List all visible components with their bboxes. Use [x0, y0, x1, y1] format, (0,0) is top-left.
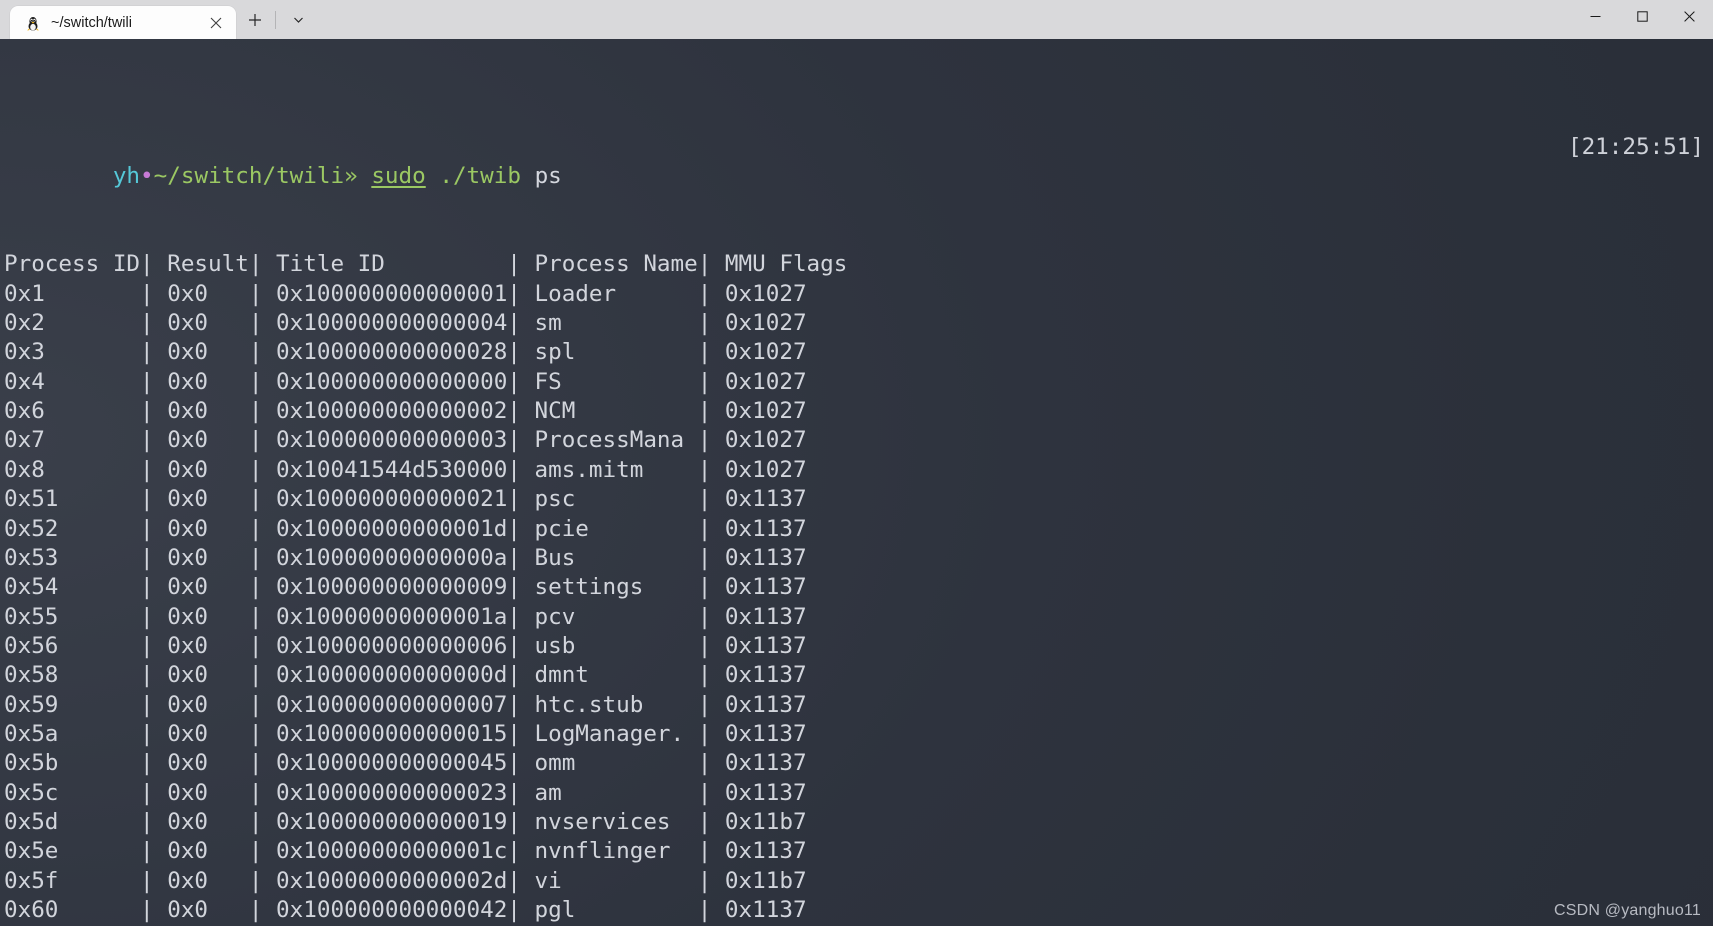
process-table-row: 0x5b | 0x0 | 0x100000000000045| omm | 0x… — [4, 750, 807, 777]
terminal-viewport[interactable]: yh•~/switch/twili» sudo ./twib ps [21:25… — [0, 39, 1713, 926]
close-button[interactable] — [1666, 0, 1713, 33]
process-table-row: 0x1 | 0x0 | 0x100000000000001| Loader | … — [4, 280, 807, 307]
prompt-path: ~/switch/twili — [153, 163, 345, 190]
process-table-row: 0x4 | 0x0 | 0x100000000000000| FS | 0x10… — [4, 368, 807, 395]
process-table-row: 0x5c | 0x0 | 0x100000000000023| am | 0x1… — [4, 779, 807, 806]
process-table-header: Process ID| Result| Title ID | Process N… — [4, 251, 848, 278]
process-table-row: 0x5a | 0x0 | 0x100000000000015| LogManag… — [4, 720, 807, 747]
process-table-row: 0x52 | 0x0 | 0x10000000000001d| pcie | 0… — [4, 515, 807, 542]
process-table-row: 0x5d | 0x0 | 0x100000000000019| nvservic… — [4, 808, 807, 835]
window-caption-buttons — [1572, 0, 1713, 39]
prompt-arrow: » — [344, 163, 358, 190]
shell-prompt-line: yh•~/switch/twili» sudo ./twib ps [21:25… — [4, 133, 1713, 189]
minimize-button[interactable] — [1572, 0, 1619, 33]
process-table-row: 0x6 | 0x0 | 0x100000000000002| NCM | 0x1… — [4, 398, 807, 425]
prompt-dot: • — [140, 163, 154, 190]
process-table-row: 0x58 | 0x0 | 0x10000000000000d| dmnt | 0… — [4, 662, 807, 689]
process-table-row: 0x8 | 0x0 | 0x10041544d530000| ams.mitm … — [4, 456, 807, 483]
process-table-row: 0x7 | 0x0 | 0x100000000000003| ProcessMa… — [4, 427, 807, 454]
tab-title: ~/switch/twili — [51, 14, 132, 31]
prompt-user: yh — [112, 163, 141, 190]
title-bar-drag-area — [315, 0, 1572, 39]
title-bar: ~/switch/twili — [0, 0, 1713, 39]
process-table-row: 0x51 | 0x0 | 0x100000000000021| psc | 0x… — [4, 486, 807, 513]
terminal-output: yh•~/switch/twili» sudo ./twib ps [21:25… — [0, 39, 1713, 926]
process-table-row: 0x53 | 0x0 | 0x10000000000000a| Bus | 0x… — [4, 544, 807, 571]
prompt-arg-twib: ./twib — [439, 163, 521, 190]
watermark: CSDN @yanghuo11 — [1553, 902, 1701, 919]
process-table-row: 0x5e | 0x0 | 0x10000000000001c| nvnfling… — [4, 838, 807, 865]
tab-close-icon[interactable] — [202, 10, 230, 36]
chevron-down-icon[interactable] — [281, 5, 315, 35]
process-table-row: 0x55 | 0x0 | 0x10000000000001a| pcv | 0x… — [4, 603, 807, 630]
process-table-row: 0x56 | 0x0 | 0x100000000000006| usb | 0x… — [4, 632, 807, 659]
process-table-row: 0x2 | 0x0 | 0x100000000000004| sm | 0x10… — [4, 310, 807, 337]
process-table-row: 0x59 | 0x0 | 0x100000000000007| htc.stub… — [4, 691, 807, 718]
process-table-row: 0x5f | 0x0 | 0x10000000000002d| vi | 0x1… — [4, 867, 807, 894]
process-table-row: 0x60 | 0x0 | 0x100000000000042| pgl | 0x… — [4, 896, 807, 923]
tab-strip-divider — [275, 10, 276, 29]
linux-penguin-icon — [24, 14, 42, 32]
tab-switch-twili[interactable]: ~/switch/twili — [10, 6, 236, 39]
tab-strip-actions — [236, 3, 315, 39]
process-table-row: 0x54 | 0x0 | 0x100000000000009| settings… — [4, 574, 807, 601]
prompt-timestamp: [21:25:51] — [1567, 134, 1704, 161]
maximize-button[interactable] — [1619, 0, 1666, 33]
process-table-row: 0x3 | 0x0 | 0x100000000000028| spl | 0x1… — [4, 339, 807, 366]
tab-strip: ~/switch/twili — [0, 0, 315, 39]
prompt-command-sudo: sudo — [371, 163, 426, 190]
terminal-window: ~/switch/twili yh•~/switch/twili» sudo .… — [0, 0, 1713, 926]
process-table: Process ID| Result| Title ID | Process N… — [4, 250, 1713, 926]
new-tab-icon[interactable] — [238, 5, 272, 35]
prompt-arg-ps: ps — [534, 163, 562, 190]
